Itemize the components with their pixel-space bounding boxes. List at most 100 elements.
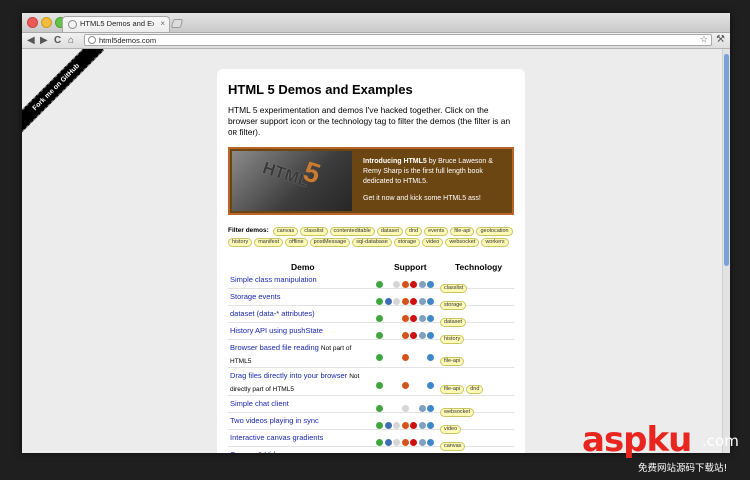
firefox-icon[interactable] bbox=[401, 332, 409, 340]
chrome-alt-icon[interactable] bbox=[427, 382, 434, 390]
filter-tag-dnd[interactable]: dnd bbox=[466, 385, 484, 394]
reload-icon[interactable]: C bbox=[54, 33, 61, 48]
new-tab-button[interactable] bbox=[170, 19, 184, 28]
chrome-icon[interactable] bbox=[376, 382, 383, 390]
opera-icon[interactable] bbox=[410, 298, 417, 306]
demo-link[interactable]: Simple chat client bbox=[230, 398, 374, 410]
ie-icon[interactable] bbox=[385, 405, 392, 412]
chrome-icon[interactable] bbox=[376, 439, 383, 447]
wrench-menu-icon[interactable]: ⚒ bbox=[716, 34, 725, 45]
firefox-icon[interactable] bbox=[401, 281, 409, 289]
filter-tag-canvas[interactable]: canvas bbox=[272, 227, 299, 236]
filter-tag-postmessage[interactable]: postMessage bbox=[309, 238, 351, 247]
book-promo-banner[interactable]: HTML 5 Introducing HTML5 by Bruce Laweso… bbox=[228, 147, 514, 215]
safari-icon[interactable] bbox=[393, 332, 400, 339]
demo-link[interactable]: Canvas & Video bbox=[230, 449, 374, 453]
safari-icon[interactable] bbox=[393, 439, 400, 447]
safari-icon[interactable] bbox=[393, 422, 400, 430]
opera-icon[interactable] bbox=[410, 422, 417, 430]
demo-title[interactable]: Storage events bbox=[230, 292, 280, 301]
opera-icon[interactable] bbox=[410, 315, 417, 323]
ie-icon[interactable] bbox=[384, 422, 392, 430]
ios-icon[interactable] bbox=[418, 405, 426, 413]
safari-icon[interactable] bbox=[393, 281, 400, 289]
demo-link[interactable]: Two videos playing in sync bbox=[230, 415, 374, 427]
filter-tag-dataset[interactable]: dataset bbox=[376, 227, 403, 236]
browser-tab[interactable]: HTML5 Demos and Examples × bbox=[62, 16, 170, 32]
demo-link[interactable]: Interactive canvas gradients bbox=[230, 432, 374, 444]
ios-icon[interactable] bbox=[418, 332, 426, 340]
opera-icon[interactable] bbox=[410, 439, 417, 447]
chrome-icon[interactable] bbox=[376, 332, 383, 340]
safari-icon[interactable] bbox=[393, 382, 400, 389]
chrome-alt-icon[interactable] bbox=[427, 354, 434, 362]
chrome-alt-icon[interactable] bbox=[427, 332, 434, 340]
filter-tag-file-api[interactable]: file-api bbox=[450, 227, 475, 236]
filter-tag-websocket[interactable]: websocket bbox=[445, 238, 480, 247]
opera-icon[interactable] bbox=[410, 382, 417, 389]
filter-tag-geolocation[interactable]: geolocation bbox=[476, 227, 513, 236]
filter-tag-storage[interactable]: storage bbox=[393, 238, 421, 247]
ie-icon[interactable] bbox=[385, 354, 392, 361]
ie-icon[interactable] bbox=[385, 315, 392, 322]
opera-icon[interactable] bbox=[410, 405, 417, 412]
safari-icon[interactable] bbox=[393, 298, 400, 306]
ios-icon[interactable] bbox=[418, 315, 426, 323]
firefox-icon[interactable] bbox=[401, 422, 409, 430]
scrollbar-thumb[interactable] bbox=[724, 54, 729, 266]
firefox-icon[interactable] bbox=[401, 298, 409, 306]
ios-icon[interactable] bbox=[418, 422, 426, 430]
demo-link[interactable]: Storage events bbox=[230, 291, 374, 303]
filter-tag-events[interactable]: events bbox=[424, 227, 449, 236]
chrome-icon[interactable] bbox=[376, 281, 383, 289]
demo-link[interactable]: Drag files directly into your browser No… bbox=[230, 370, 374, 396]
opera-icon[interactable] bbox=[410, 332, 417, 340]
chrome-icon[interactable] bbox=[376, 422, 383, 430]
firefox-icon[interactable] bbox=[401, 315, 409, 323]
address-bar[interactable]: html5demos.com ☆ bbox=[84, 34, 712, 46]
demo-title[interactable]: Browser based file reading bbox=[230, 343, 319, 352]
chrome-icon[interactable] bbox=[376, 298, 383, 306]
demo-title[interactable]: Canvas & Video bbox=[230, 450, 284, 453]
firefox-icon[interactable] bbox=[401, 382, 409, 390]
chrome-icon[interactable] bbox=[376, 405, 383, 413]
firefox-icon[interactable] bbox=[401, 354, 409, 362]
filter-tag-sql-database[interactable]: sql-database bbox=[352, 238, 392, 247]
chrome-icon[interactable] bbox=[376, 354, 383, 362]
vertical-scrollbar[interactable] bbox=[722, 49, 730, 453]
opera-icon[interactable] bbox=[410, 281, 417, 289]
demo-title[interactable]: dataset (data-* attributes) bbox=[230, 309, 315, 318]
ie-icon[interactable] bbox=[384, 298, 392, 306]
safari-icon[interactable] bbox=[393, 315, 400, 322]
chrome-alt-icon[interactable] bbox=[427, 422, 434, 430]
bookmark-star-icon[interactable]: ☆ bbox=[700, 34, 708, 45]
filter-tag-classlist[interactable]: classlist bbox=[300, 227, 328, 236]
firefox-icon[interactable] bbox=[401, 405, 409, 413]
filter-tag-file-api[interactable]: file-api bbox=[440, 385, 465, 394]
safari-icon[interactable] bbox=[393, 405, 400, 412]
filter-tag-video[interactable]: video bbox=[422, 238, 444, 247]
ios-icon[interactable] bbox=[418, 439, 426, 447]
filter-tag-contenteditable[interactable]: contenteditable bbox=[329, 227, 375, 236]
demo-title[interactable]: Two videos playing in sync bbox=[230, 416, 319, 425]
demo-title[interactable]: Simple class manipulation bbox=[230, 275, 317, 284]
filter-tag-dnd[interactable]: dnd bbox=[404, 227, 423, 236]
filter-tag-file-api[interactable]: file-api bbox=[440, 357, 465, 366]
ie-icon[interactable] bbox=[385, 281, 392, 288]
demo-link[interactable]: History API using pushState bbox=[230, 325, 374, 337]
chrome-icon[interactable] bbox=[376, 315, 383, 323]
demo-title[interactable]: Interactive canvas gradients bbox=[230, 433, 323, 442]
demo-title[interactable]: History API using pushState bbox=[230, 326, 323, 335]
ios-icon[interactable] bbox=[418, 281, 426, 289]
firefox-icon[interactable] bbox=[401, 439, 409, 447]
filter-tag-workers[interactable]: workers bbox=[481, 238, 509, 247]
tab-close-icon[interactable]: × bbox=[160, 19, 165, 28]
ios-icon[interactable] bbox=[419, 382, 426, 389]
ios-icon[interactable] bbox=[419, 354, 426, 361]
demo-link[interactable]: dataset (data-* attributes) bbox=[230, 308, 374, 320]
chrome-alt-icon[interactable] bbox=[427, 315, 434, 323]
github-fork-ribbon[interactable]: Fork me on GitHub bbox=[22, 49, 105, 136]
close-window-button[interactable] bbox=[27, 17, 38, 28]
ios-icon[interactable] bbox=[418, 298, 426, 306]
url-text[interactable]: html5demos.com bbox=[99, 35, 156, 46]
